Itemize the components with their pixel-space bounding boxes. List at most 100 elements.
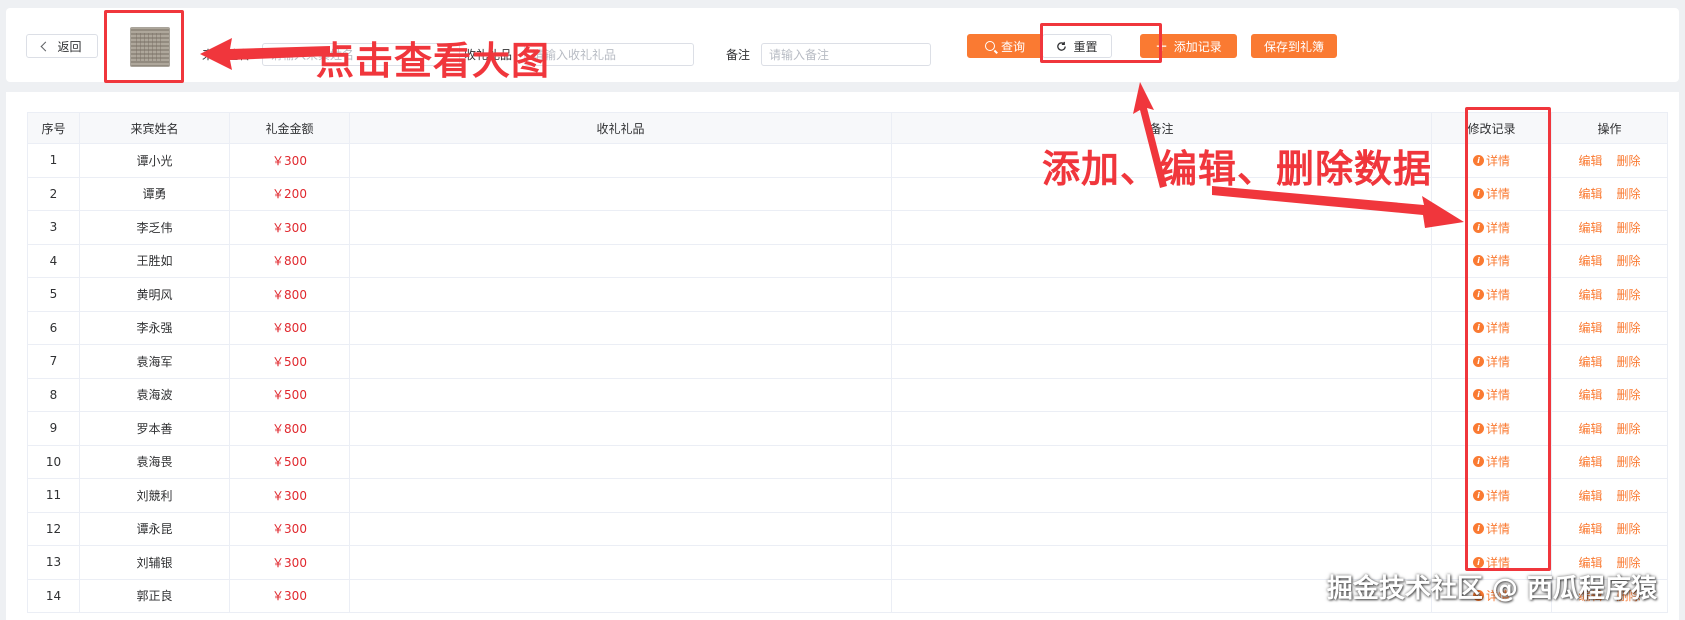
- table-row: 11 刘競利 ￥300 i 详情 编辑 删除: [27, 478, 1668, 513]
- cell-gift: [349, 310, 892, 345]
- cell-actions: 编辑 删除: [1551, 411, 1668, 446]
- search-button[interactable]: 查询: [967, 34, 1043, 58]
- delete-link[interactable]: 删除: [1617, 187, 1641, 201]
- cell-guest-name: 王胜如: [79, 243, 230, 278]
- cell-gift: [349, 411, 892, 446]
- cell-history: i 详情: [1431, 511, 1552, 546]
- detail-link[interactable]: i 详情: [1472, 420, 1510, 437]
- add-record-label: 添加记录: [1173, 39, 1222, 54]
- info-icon: i: [1472, 422, 1484, 434]
- edit-link[interactable]: 编辑: [1578, 221, 1602, 235]
- cell-history: i 详情: [1431, 143, 1552, 178]
- cell-guest-name: 袁海畏: [79, 444, 230, 479]
- cell-no: 9: [27, 411, 80, 446]
- reset-button[interactable]: 重置: [1042, 34, 1112, 58]
- cell-no: 2: [27, 176, 80, 211]
- detail-label: 详情: [1485, 388, 1510, 403]
- cell-gift: [349, 344, 892, 379]
- cell-gift: [349, 243, 892, 278]
- plus-icon: +: [1155, 36, 1168, 55]
- remark-input[interactable]: [761, 43, 931, 66]
- table-row: 7 袁海军 ￥500 i 详情 编辑 删除: [27, 344, 1668, 379]
- detail-link[interactable]: i 详情: [1472, 286, 1510, 303]
- cell-guest-name: 谭永昆: [79, 511, 230, 546]
- delete-link[interactable]: 删除: [1617, 355, 1641, 369]
- detail-link[interactable]: i 详情: [1472, 353, 1510, 370]
- table-row: 12 谭永昆 ￥300 i 详情 编辑 删除: [27, 511, 1668, 546]
- delete-link[interactable]: 删除: [1617, 388, 1641, 402]
- edit-link[interactable]: 编辑: [1578, 187, 1602, 201]
- detail-link[interactable]: i 详情: [1472, 386, 1510, 403]
- table-row: 8 袁海波 ￥500 i 详情 编辑 删除: [27, 377, 1668, 412]
- thumbnail-hint-text: 点击查看大图: [316, 39, 551, 83]
- cell-gift: [349, 143, 892, 178]
- edit-link[interactable]: 编辑: [1578, 422, 1602, 436]
- edit-link[interactable]: 编辑: [1578, 355, 1602, 369]
- search-icon: [984, 41, 995, 51]
- gift-book-thumbnail[interactable]: [130, 27, 170, 67]
- back-button[interactable]: 返回: [26, 34, 98, 58]
- cell-no: 7: [27, 344, 80, 379]
- cell-actions: 编辑 删除: [1551, 511, 1668, 546]
- detail-label: 详情: [1485, 287, 1510, 302]
- edit-link[interactable]: 编辑: [1578, 254, 1602, 268]
- delete-link[interactable]: 删除: [1617, 254, 1641, 268]
- cell-no: 5: [27, 277, 80, 312]
- cell-actions: 编辑 删除: [1551, 277, 1668, 312]
- info-icon: i: [1472, 556, 1484, 568]
- add-record-button[interactable]: + 添加记录: [1140, 34, 1237, 58]
- delete-link[interactable]: 删除: [1617, 422, 1641, 436]
- cell-history: i 详情: [1431, 210, 1552, 245]
- search-label: 查询: [1000, 39, 1025, 54]
- cell-actions: 编辑 删除: [1551, 143, 1668, 178]
- edit-link[interactable]: 编辑: [1578, 321, 1602, 335]
- cell-amount: ￥800: [229, 277, 350, 312]
- detail-link[interactable]: i 详情: [1472, 152, 1510, 169]
- cell-gift: [349, 377, 892, 412]
- edit-link[interactable]: 编辑: [1578, 388, 1602, 402]
- cell-amount: ￥800: [229, 310, 350, 345]
- detail-label: 详情: [1485, 220, 1510, 235]
- detail-link[interactable]: i 详情: [1472, 185, 1510, 202]
- edit-link[interactable]: 编辑: [1578, 455, 1602, 469]
- delete-link[interactable]: 删除: [1617, 321, 1641, 335]
- save-label: 保存到礼簿: [1263, 39, 1324, 54]
- remark-label: 备注: [726, 48, 751, 62]
- edit-link[interactable]: 编辑: [1578, 154, 1602, 168]
- cell-remark: [891, 344, 1432, 379]
- detail-link[interactable]: i 详情: [1472, 487, 1510, 504]
- delete-link[interactable]: 删除: [1617, 489, 1641, 503]
- delete-link[interactable]: 删除: [1617, 288, 1641, 302]
- detail-link[interactable]: i 详情: [1472, 319, 1510, 336]
- info-icon: i: [1472, 456, 1484, 468]
- cell-guest-name: 袁海波: [79, 377, 230, 412]
- cell-gift: [349, 277, 892, 312]
- cell-guest-name: 谭小光: [79, 143, 230, 178]
- cell-history: i 详情: [1431, 243, 1552, 278]
- delete-link[interactable]: 删除: [1617, 154, 1641, 168]
- cell-amount: ￥300: [229, 478, 350, 513]
- cell-no: 3: [27, 210, 80, 245]
- delete-link[interactable]: 删除: [1617, 221, 1641, 235]
- chevron-left-icon: [41, 41, 51, 52]
- cell-no: 6: [27, 310, 80, 345]
- detail-link[interactable]: i 详情: [1472, 219, 1510, 236]
- info-icon: i: [1472, 221, 1484, 233]
- table-row: 5 黄明风 ￥800 i 详情 编辑 删除: [27, 277, 1668, 312]
- delete-link[interactable]: 删除: [1617, 522, 1641, 536]
- cell-guest-name: 郭正良: [79, 578, 230, 613]
- info-icon: i: [1472, 188, 1484, 200]
- header-amount: 礼金金额: [229, 112, 350, 144]
- detail-link[interactable]: i 详情: [1472, 453, 1510, 470]
- detail-link[interactable]: i 详情: [1472, 520, 1510, 537]
- delete-link[interactable]: 删除: [1617, 455, 1641, 469]
- cell-guest-name: 刘辅银: [79, 545, 230, 580]
- save-to-giftbook-button[interactable]: 保存到礼簿: [1251, 34, 1337, 58]
- detail-link[interactable]: i 详情: [1472, 252, 1510, 269]
- cell-remark: [891, 310, 1432, 345]
- edit-link[interactable]: 编辑: [1578, 288, 1602, 302]
- cell-amount: ￥300: [229, 210, 350, 245]
- cell-remark: [891, 210, 1432, 245]
- edit-link[interactable]: 编辑: [1578, 522, 1602, 536]
- edit-link[interactable]: 编辑: [1578, 489, 1602, 503]
